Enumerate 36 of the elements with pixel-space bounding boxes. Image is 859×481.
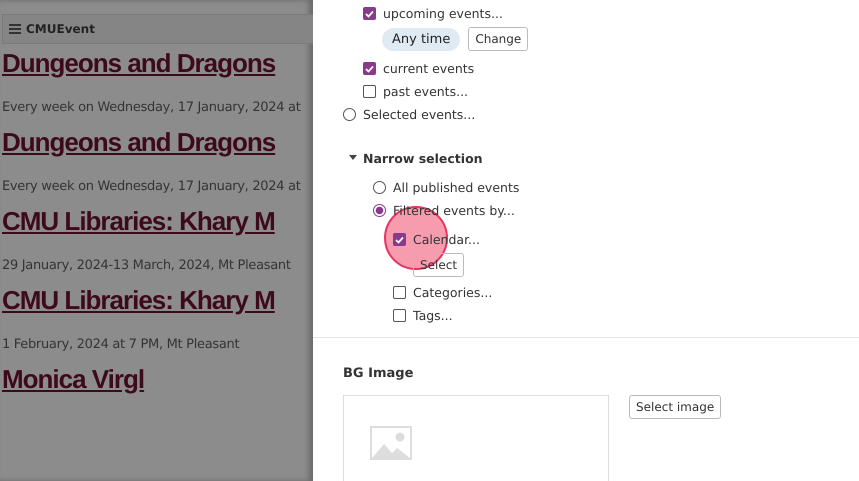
- section-heading[interactable]: Narrow selection: [363, 150, 483, 166]
- radio-button[interactable]: [343, 108, 356, 121]
- change-button[interactable]: Change: [468, 27, 528, 51]
- time-range-chip: Any time: [382, 28, 460, 50]
- option-label: current events: [383, 61, 474, 76]
- event-date: 29 January, 2024-13 March, 2024, Mt Pleasant: [2, 258, 292, 273]
- option-label: past events...: [383, 84, 468, 99]
- radio-button[interactable]: [373, 204, 386, 217]
- event-date: Every week on Wednesday, 17 January, 2024 at: [2, 100, 302, 115]
- section-heading: BG Image: [343, 366, 414, 381]
- select-image-button[interactable]: Select image: [629, 395, 722, 419]
- event-date: Every week on Wednesday, 17 January, 2024 at: [2, 179, 302, 194]
- radio-button[interactable]: [373, 181, 386, 194]
- event-title-link[interactable]: Monica Virgl: [2, 362, 313, 396]
- option-label: Selected events...: [363, 107, 476, 122]
- event-title-link[interactable]: CMU Libraries: Khary M: [2, 204, 313, 238]
- checkbox[interactable]: [363, 7, 376, 20]
- checkbox[interactable]: [393, 309, 406, 322]
- event-date: 1 February, 2024 at 7 PM, Mt Pleasant: [2, 337, 240, 352]
- checkbox[interactable]: [363, 62, 376, 75]
- app-title: CMUEvent: [26, 22, 95, 36]
- option-label: Filtered events by...: [393, 203, 515, 218]
- option-label: Categories...: [413, 285, 492, 300]
- option-label: All published events: [393, 180, 520, 195]
- option-label: Tags...: [413, 308, 453, 323]
- event-title-link[interactable]: CMU Libraries: Khary M: [2, 283, 313, 317]
- image-icon: [370, 426, 412, 460]
- event-title-link[interactable]: Dungeons and Dragons: [2, 46, 313, 80]
- checkbox[interactable]: [363, 85, 376, 98]
- event-title-link[interactable]: Dungeons and Dragons: [2, 125, 313, 159]
- menu-icon[interactable]: [9, 24, 21, 34]
- checkbox[interactable]: [393, 233, 406, 246]
- option-label: Calendar...: [413, 232, 480, 247]
- caret-icon[interactable]: [349, 155, 357, 161]
- checkbox[interactable]: [393, 286, 406, 299]
- option-label: upcoming events...: [383, 6, 503, 21]
